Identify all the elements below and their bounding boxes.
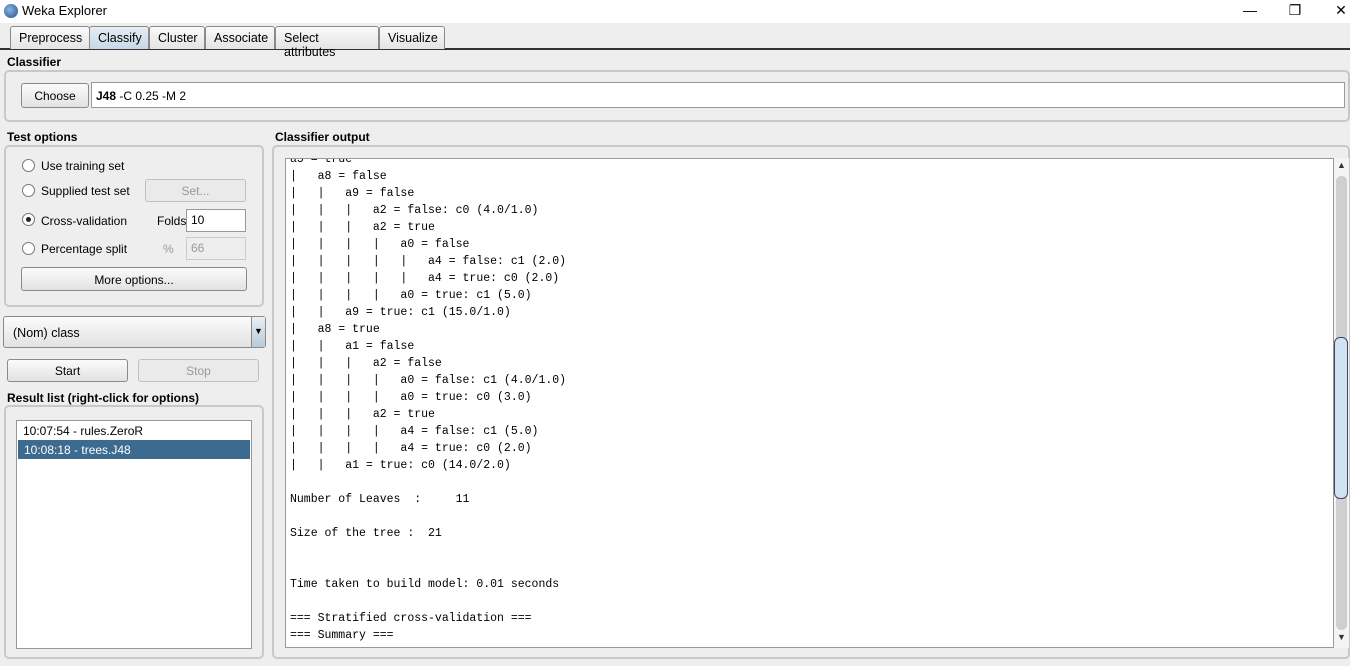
tab-associate[interactable]: Associate <box>205 26 275 49</box>
classifier-options: -C 0.25 -M 2 <box>119 89 187 103</box>
choose-button[interactable]: Choose <box>21 83 89 108</box>
percentage-split-radio[interactable] <box>22 242 35 255</box>
tab-cluster[interactable]: Cluster <box>149 26 205 49</box>
folds-input[interactable]: 10 <box>186 209 246 232</box>
tab-select-attributes[interactable]: Select attributes <box>275 26 379 59</box>
restore-button[interactable]: ❐ <box>1280 2 1310 19</box>
supplied-test-set-label: Supplied test set <box>41 184 130 198</box>
window-title: Weka Explorer <box>22 3 108 18</box>
start-button[interactable]: Start <box>7 359 128 382</box>
classifier-label: Classifier <box>7 55 62 69</box>
scroll-down-icon[interactable]: ▼ <box>1334 632 1349 646</box>
tab-bar: Preprocess Classify Cluster Associate Se… <box>0 23 1350 59</box>
class-attribute-select[interactable]: (Nom) class ▼ <box>3 316 266 348</box>
result-item-j48[interactable]: 10:08:18 - trees.J48 <box>18 440 250 459</box>
output-text: a5 = true | a8 = false | | a9 = false | … <box>290 158 567 642</box>
chevron-down-icon: ▼ <box>251 317 265 347</box>
classifier-output-label: Classifier output <box>275 130 370 144</box>
supplied-test-set-radio[interactable] <box>22 184 35 197</box>
close-button[interactable]: ✕ <box>1326 2 1350 19</box>
output-scrollbar[interactable]: ▲ ▼ <box>1334 158 1349 648</box>
stop-button[interactable]: Stop <box>138 359 259 382</box>
weka-logo-icon <box>4 4 18 18</box>
scroll-up-icon[interactable]: ▲ <box>1334 160 1349 174</box>
set-button[interactable]: Set... <box>145 179 246 202</box>
tab-visualize[interactable]: Visualize <box>379 26 445 49</box>
title-bar: Weka Explorer — ❐ ✕ <box>0 0 1350 23</box>
minimize-button[interactable]: — <box>1235 2 1265 18</box>
tab-preprocess[interactable]: Preprocess <box>10 26 90 49</box>
cross-validation-radio[interactable] <box>22 213 35 226</box>
test-options-label: Test options <box>7 130 78 144</box>
percent-symbol: % <box>163 242 174 256</box>
cross-validation-label: Cross-validation <box>41 214 128 228</box>
result-list-label: Result list (right-click for options) <box>7 391 200 405</box>
folds-label: Folds <box>157 214 187 228</box>
class-attribute-value: (Nom) class <box>13 326 80 340</box>
use-training-set-label: Use training set <box>41 159 125 173</box>
more-options-button[interactable]: More options... <box>21 267 247 291</box>
tab-classify[interactable]: Classify <box>89 26 149 49</box>
classifier-output-text[interactable]: a5 = true | a8 = false | | a9 = false | … <box>285 158 1334 648</box>
percentage-input[interactable]: 66 <box>186 237 246 260</box>
use-training-set-radio[interactable] <box>22 159 35 172</box>
scroll-thumb[interactable] <box>1334 336 1348 499</box>
classifier-config-field[interactable]: J48 -C 0.25 -M 2 <box>91 82 1345 108</box>
result-item-zerор[interactable]: 10:07:54 - rules.ZeroR <box>17 421 251 440</box>
classifier-name: J48 <box>96 89 117 103</box>
result-list: 10:07:54 - rules.ZeroR 10:08:18 - trees.… <box>16 420 252 649</box>
percentage-split-label: Percentage split <box>41 242 128 256</box>
